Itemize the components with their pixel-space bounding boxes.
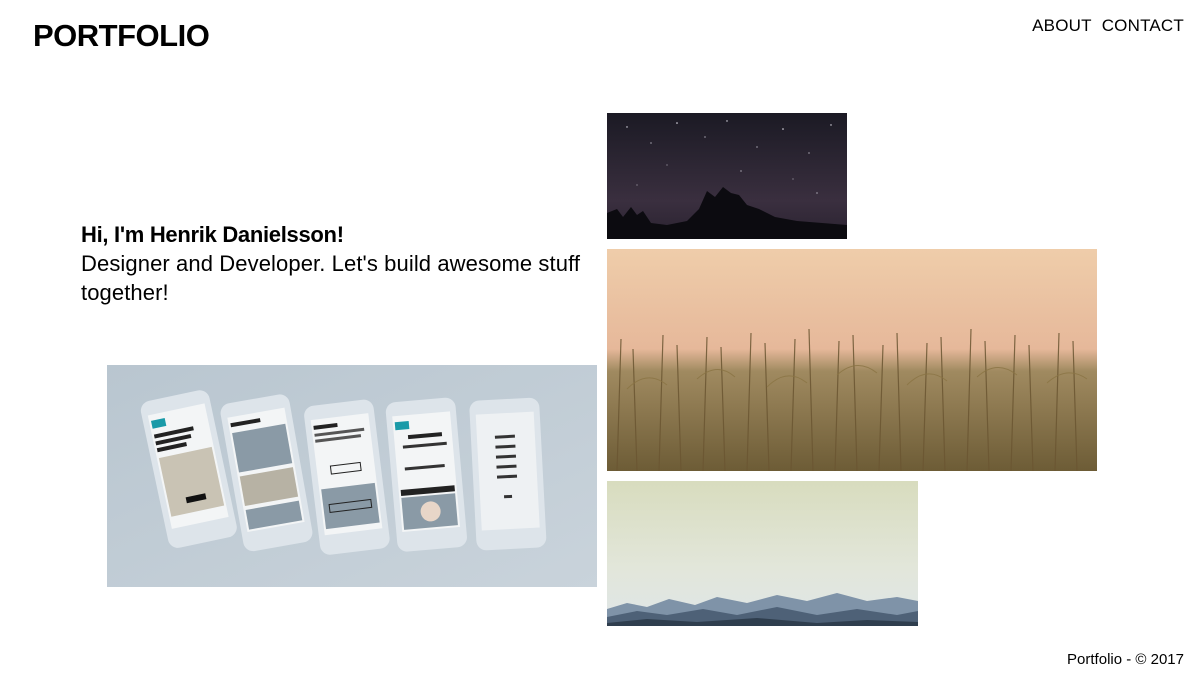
night-sky-image: [607, 113, 847, 239]
mountains-image: [607, 481, 918, 626]
page: PORTFOLIO ABOUT CONTACT Hi, I'm Henrik D…: [0, 0, 1198, 674]
main-nav: ABOUT CONTACT: [1032, 16, 1184, 36]
gallery-image-corn-field[interactable]: [607, 249, 1097, 471]
site-logo[interactable]: PORTFOLIO: [33, 18, 210, 54]
gallery-image-night-sky[interactable]: [607, 113, 847, 239]
intro-section: Hi, I'm Henrik Danielsson! Designer and …: [81, 221, 581, 307]
gallery-image-phones[interactable]: [107, 365, 597, 587]
corn-field-image: [607, 249, 1097, 471]
nav-about-link[interactable]: ABOUT: [1032, 16, 1092, 36]
gallery-image-mountains[interactable]: [607, 481, 918, 626]
intro-heading: Hi, I'm Henrik Danielsson!: [81, 222, 344, 247]
footer-copyright: Portfolio - © 2017: [1067, 651, 1184, 668]
nav-contact-link[interactable]: CONTACT: [1102, 16, 1184, 36]
phones-mockup-image: [107, 365, 597, 587]
intro-text: Designer and Developer. Let's build awes…: [81, 251, 581, 305]
